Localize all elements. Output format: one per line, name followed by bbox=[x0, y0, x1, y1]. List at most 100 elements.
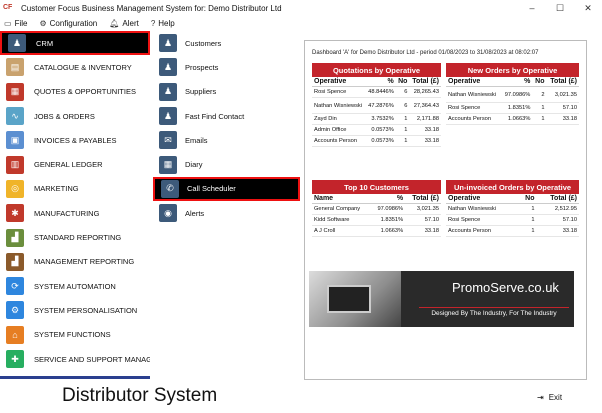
table-cell: 1 bbox=[532, 113, 547, 125]
nav-item-ledger[interactable]: ▥ GENERAL LEDGER bbox=[0, 152, 150, 176]
table-cell: Rosi Spence bbox=[446, 102, 502, 114]
new-orders-heading: New Orders by Operative bbox=[446, 63, 579, 77]
crm-subnav: ♟ Customers ♟ Prospects ♟ Suppliers ♟ Fa… bbox=[153, 31, 300, 231]
menu-file-label: File bbox=[14, 18, 28, 28]
table-cell: 2,171.88 bbox=[409, 113, 441, 125]
sub-item-label: Fast Find Contact bbox=[185, 111, 245, 121]
menu-help-label: Help bbox=[158, 18, 175, 28]
nav-item-system-automation[interactable]: ⟳ SYSTEM AUTOMATION bbox=[0, 274, 150, 298]
table-cell: Admin Office bbox=[312, 124, 366, 136]
table-row[interactable]: Accounts Person 0.0573% 1 33.18 bbox=[312, 135, 441, 147]
maximize-button[interactable]: ☐ bbox=[546, 0, 574, 16]
nav-item-crm[interactable]: ♟ CRM bbox=[0, 31, 150, 56]
laptop-icon bbox=[327, 285, 371, 313]
table-cell: 97.0986% bbox=[370, 203, 406, 215]
file-icon: ▭ bbox=[4, 18, 12, 28]
sub-item-alerts[interactable]: ◉ Alerts bbox=[153, 201, 300, 225]
quotations-heading: Quotations by Operative bbox=[312, 63, 441, 77]
table-cell: 47.2876% bbox=[365, 97, 396, 114]
column-header: % bbox=[365, 77, 396, 87]
table-row[interactable]: Rosi Spence 1 57.10 bbox=[446, 214, 579, 226]
crm-icon: ♟ bbox=[8, 34, 26, 53]
nav-item-invoices[interactable]: ▣ INVOICES & PAYABLES bbox=[0, 128, 150, 152]
catalogue-icon: ▤ bbox=[6, 58, 24, 77]
promo-banner[interactable]: PromoServe.co.uk Designed By The Industr… bbox=[309, 271, 574, 327]
menu-configuration-label: Configuration bbox=[49, 18, 98, 28]
table-cell: Nathan Wisniewski bbox=[446, 86, 502, 103]
help-icon: ? bbox=[150, 18, 156, 28]
nav-item-system-personalisation[interactable]: ⚙ SYSTEM PERSONALISATION bbox=[0, 298, 150, 322]
nav-item-label: GENERAL LEDGER bbox=[34, 160, 103, 170]
table-cell: 1 bbox=[518, 203, 537, 215]
nav-item-catalogue[interactable]: ▤ CATALOGUE & INVENTORY bbox=[0, 55, 150, 79]
nav-item-system-functions[interactable]: ⌂ SYSTEM FUNCTIONS bbox=[0, 323, 150, 347]
table-row[interactable]: Rosi Spence 1.8351% 1 57.10 bbox=[446, 102, 579, 114]
table-cell: 1 bbox=[395, 135, 410, 147]
close-button[interactable]: ✕ bbox=[574, 0, 602, 16]
users-icon: ♟ bbox=[159, 34, 177, 53]
table-row[interactable]: Nathan Wisniewski 47.2876% 6 27,364.43 bbox=[312, 97, 441, 114]
column-header: No bbox=[395, 77, 410, 87]
nav-item-label: QUOTES & OPPORTUNITIES bbox=[34, 87, 136, 97]
table-cell: Rosi Spence bbox=[446, 214, 519, 226]
suppliers-icon: ♟ bbox=[159, 82, 177, 101]
promo-brand: PromoServe.co.uk bbox=[452, 280, 559, 295]
column-header: Operative bbox=[446, 194, 519, 204]
table-row[interactable]: Accounts Person 1.0663% 1 33.18 bbox=[446, 113, 579, 125]
table-cell: 33.18 bbox=[546, 113, 579, 125]
window-controls: – ☐ ✕ bbox=[518, 0, 602, 16]
table-row[interactable]: Zayd Din 3.7532% 1 2,171.88 bbox=[312, 113, 441, 125]
nav-item-marketing[interactable]: ◎ MARKETING bbox=[0, 177, 150, 201]
nav-item-jobs[interactable]: ∿ JOBS & ORDERS bbox=[0, 104, 150, 128]
table-cell: 28,265.43 bbox=[409, 86, 441, 98]
nav-item-management-reporting[interactable]: ▟ MANAGEMENT REPORTING bbox=[0, 250, 150, 274]
table-cell: Accounts Person bbox=[446, 113, 502, 125]
nav-item-quotes[interactable]: ▦ QUOTES & OPPORTUNITIES bbox=[0, 80, 150, 104]
sub-item-call-scheduler[interactable]: ✆ Call Scheduler bbox=[153, 176, 300, 202]
menu-alert-label: Alert bbox=[122, 18, 139, 28]
quotations-panel: Quotations by Operative Operative % No T… bbox=[312, 63, 441, 147]
table-cell: A J Croll bbox=[312, 225, 371, 237]
sub-item-customers[interactable]: ♟ Customers bbox=[153, 31, 300, 55]
table-cell: 2 bbox=[532, 86, 547, 103]
sub-item-emails[interactable]: ✉ Emails bbox=[153, 128, 300, 152]
sub-item-prospects[interactable]: ♟ Prospects bbox=[153, 55, 300, 79]
nav-item-standard-reporting[interactable]: ▟ STANDARD REPORTING bbox=[0, 225, 150, 249]
promo-image bbox=[309, 271, 401, 327]
menu-alert[interactable]: 🔔︎ Alert bbox=[109, 19, 139, 28]
sub-item-label: Alerts bbox=[185, 208, 205, 218]
menu-file[interactable]: ▭ File bbox=[4, 19, 27, 28]
table-cell: 57.10 bbox=[546, 102, 579, 114]
table-row[interactable]: Nathan Wisniewski 1 2,512.95 bbox=[446, 203, 579, 215]
nav-scrollbar[interactable] bbox=[0, 376, 150, 379]
sub-item-label: Call Scheduler bbox=[187, 184, 236, 194]
table-row[interactable]: Admin Office 0.0573% 1 33.18 bbox=[312, 124, 441, 136]
table-cell: 57.10 bbox=[405, 214, 441, 226]
exit-button[interactable]: ⇥ Exit bbox=[537, 393, 562, 402]
table-row[interactable]: Nathan Wisniewski 97.0986% 2 3,021.35 bbox=[446, 86, 579, 103]
sub-item-label: Customers bbox=[185, 38, 222, 48]
table-row[interactable]: Accounts Person 1 33.18 bbox=[446, 225, 579, 237]
table-cell: 1.8351% bbox=[501, 102, 533, 114]
sub-item-suppliers[interactable]: ♟ Suppliers bbox=[153, 80, 300, 104]
table-cell: 3.7532% bbox=[365, 113, 396, 125]
nav-item-service-support[interactable]: ✚ SERVICE AND SUPPORT MANAGE bbox=[0, 347, 150, 371]
nav-item-label: STANDARD REPORTING bbox=[34, 233, 122, 243]
sub-item-fast-find[interactable]: ♟ Fast Find Contact bbox=[153, 104, 300, 128]
sub-item-label: Emails bbox=[185, 135, 208, 145]
table-cell: 1.0663% bbox=[370, 225, 406, 237]
menu-help[interactable]: ? Help bbox=[151, 19, 175, 28]
table-row[interactable]: Kidd Software 1.8351% 57.10 bbox=[312, 214, 441, 226]
settings-icon: ⚙ bbox=[6, 301, 24, 320]
table-row[interactable]: General Company 97.0986% 3,021.35 bbox=[312, 203, 441, 215]
minimize-button[interactable]: – bbox=[518, 0, 546, 16]
nav-item-manufacturing[interactable]: ✱ MANUFACTURING bbox=[0, 201, 150, 225]
table-cell: General Company bbox=[312, 203, 371, 215]
gear-icon: ⚙ bbox=[39, 18, 47, 28]
column-header: Operative bbox=[312, 77, 366, 87]
menu-configuration[interactable]: ⚙ Configuration bbox=[39, 19, 97, 28]
table-row[interactable]: Rosi Spence 48.8446% 6 28,265.43 bbox=[312, 86, 441, 98]
sub-item-diary[interactable]: ▦ Diary bbox=[153, 152, 300, 176]
promo-tagline: Designed By The Industry, For The Indust… bbox=[419, 307, 569, 319]
table-row[interactable]: A J Croll 1.0663% 33.18 bbox=[312, 225, 441, 237]
